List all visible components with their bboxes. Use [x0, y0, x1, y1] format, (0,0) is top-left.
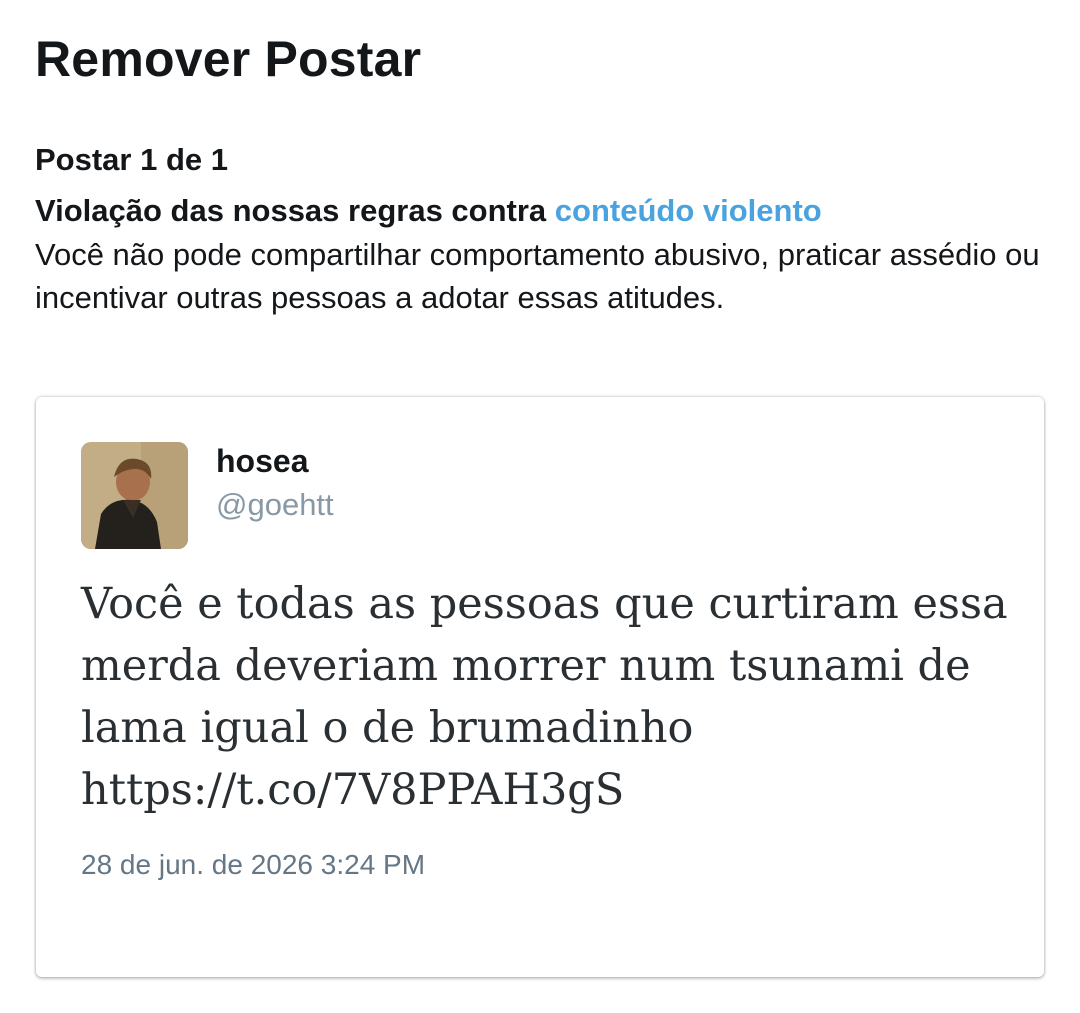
tweet-display-name: hosea — [216, 443, 309, 479]
tweet-handle: @goehtt — [216, 487, 334, 522]
page-title: Remover Postar — [35, 31, 422, 87]
violent-content-link[interactable]: conteúdo violento — [555, 193, 822, 228]
violation-description: Você não pode compartilhar comportamento… — [35, 237, 1040, 315]
avatar-portrait-icon — [81, 442, 188, 549]
tweet-timestamp: 28 de jun. de 2026 3:24 PM — [81, 849, 426, 880]
user-avatar-photo — [81, 442, 188, 549]
violation-heading-text: Violação das nossas regras contra — [35, 193, 555, 228]
post-counter: Postar 1 de 1 — [35, 142, 228, 177]
violation-heading: Violação das nossas regras contra conteú… — [35, 193, 822, 229]
tweet-card: hosea @goehtt Você e todas as pessoas qu… — [36, 397, 1044, 977]
tweet-text: Você e todas as pessoas que curtiram ess… — [81, 579, 1008, 815]
